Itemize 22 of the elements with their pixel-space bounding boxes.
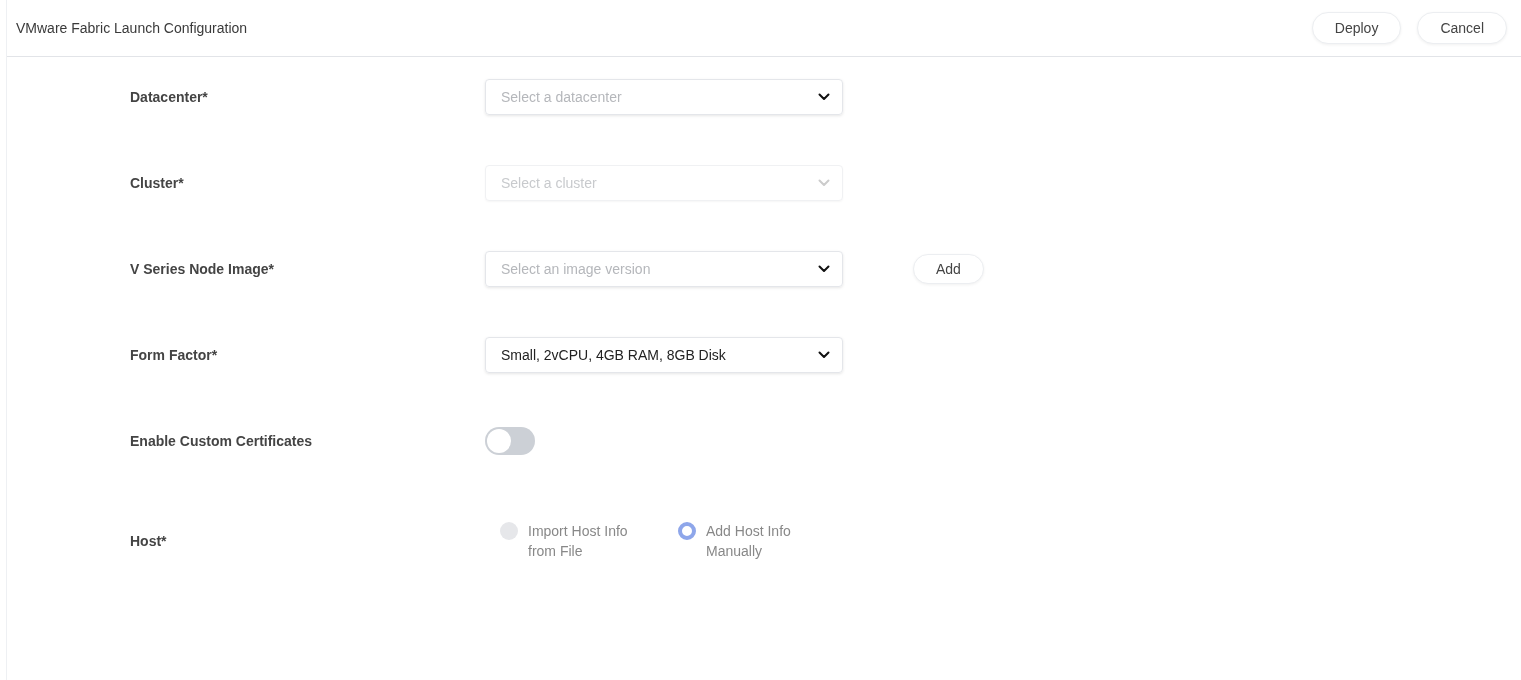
toggle-switch[interactable] [485, 427, 535, 455]
dropdown-field[interactable]: Select an image version [485, 251, 843, 287]
field-label: Host* [130, 533, 168, 549]
field-label: Datacenter* [130, 89, 209, 105]
chevron-down-icon [818, 93, 830, 101]
header-button[interactable]: Deploy [1311, 12, 1402, 44]
chevron-down-icon [818, 265, 830, 273]
radio-label[interactable]: Add Host Info Manually [706, 521, 821, 561]
radio-button[interactable] [678, 522, 696, 540]
radio-label[interactable]: Import Host Info from File [528, 521, 643, 561]
chevron-down-icon [818, 351, 830, 359]
field-label: V Series Node Image* [130, 261, 275, 277]
chevron-down-icon [818, 179, 830, 187]
dropdown-field[interactable]: Small, 2vCPU, 4GB RAM, 8GB Disk [485, 337, 843, 373]
window-title: VMware Fabric Launch Configuration [16, 20, 248, 36]
field-label: Enable Custom Certificates [130, 433, 314, 449]
radio-button[interactable] [500, 522, 518, 540]
field-label: Cluster* [130, 175, 185, 191]
field-label: Form Factor* [130, 347, 219, 363]
add-button[interactable]: Add [913, 254, 984, 284]
dropdown-field[interactable]: Select a datacenter [485, 79, 843, 115]
header-button[interactable]: Cancel [1417, 12, 1507, 44]
